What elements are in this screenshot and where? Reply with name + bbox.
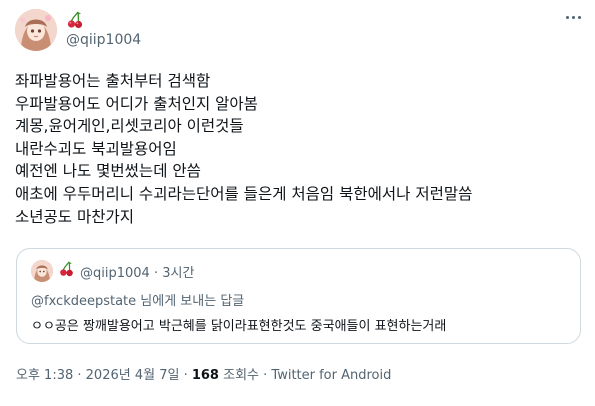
tweet-date[interactable]: 2026년 4월 7일 [86,368,180,383]
quoted-time[interactable]: 3시간 [162,266,194,281]
tweet-line: 계몽,윤어게인,리셋코리아 이런것들 [15,117,244,136]
reply-context-suffix: 님에게 보내는 답글 [136,294,245,309]
tweet-source: Twitter for Android [271,368,392,383]
quoted-text: ㅇㅇ공은 짱깨발용어고 박근혜를 닭이라표현한것도 중국애들이 표현하는거래 [31,319,447,334]
footer-separator: · [259,368,272,383]
tweet-line: 애초에 우두머리니 수괴라는단어를 들은게 처음임 북한에서나 저런말씀 [15,184,473,203]
cherries-emoji-icon [67,11,83,29]
quoted-separator: · [153,266,159,281]
tweet-line: 예전엔 나도 몇번썼는데 안씀 [15,162,201,181]
tweet-line: 우파발용어도 어디가 출처인지 알아봄 [15,94,258,113]
footer-separator: · [73,368,86,383]
views-label: 조회수 [218,368,259,383]
views-count: 168 [191,368,219,383]
tweet-time[interactable]: 오후 1:38 [16,368,73,383]
tweet-line: 내란수괴도 북괴발용어임 [15,139,177,158]
tweet-line: 소년공도 마찬가지 [15,207,135,226]
avatar-illustration [15,9,57,51]
more-options-icon[interactable] [566,16,582,22]
quoted-cherries-emoji-icon [60,261,73,277]
quoted-avatar-illustration [31,260,53,282]
quoted-tweet[interactable]: @qiip1004 · 3시간 @fxckdeepstate 님에게 보내는 답… [16,248,581,344]
tweet-line: 좌파발용어는 출처부터 검색함 [15,72,211,90]
quoted-meta: @qiip1004 · 3시간 [80,262,194,281]
reply-context: @fxckdeepstate 님에게 보내는 답글 [31,290,244,309]
quoted-avatar[interactable] [31,260,53,282]
tweet-footer: 오후 1:38 · 2026년 4월 7일 · 168 조회수 · Twitte… [16,364,391,383]
quoted-handle[interactable]: @qiip1004 [80,266,150,281]
footer-separator: · [179,368,192,383]
tweet: @qiip1004 좌파발용어는 출처부터 검색함 우파발용어도 어디가 출처인… [0,0,595,406]
author-handle[interactable]: @qiip1004 [66,32,141,48]
reply-mention-link[interactable]: @fxckdeepstate [31,294,136,309]
avatar[interactable] [15,9,57,51]
tweet-text: 좌파발용어는 출처부터 검색함 우파발용어도 어디가 출처인지 알아봄 계몽,윤… [15,70,575,228]
